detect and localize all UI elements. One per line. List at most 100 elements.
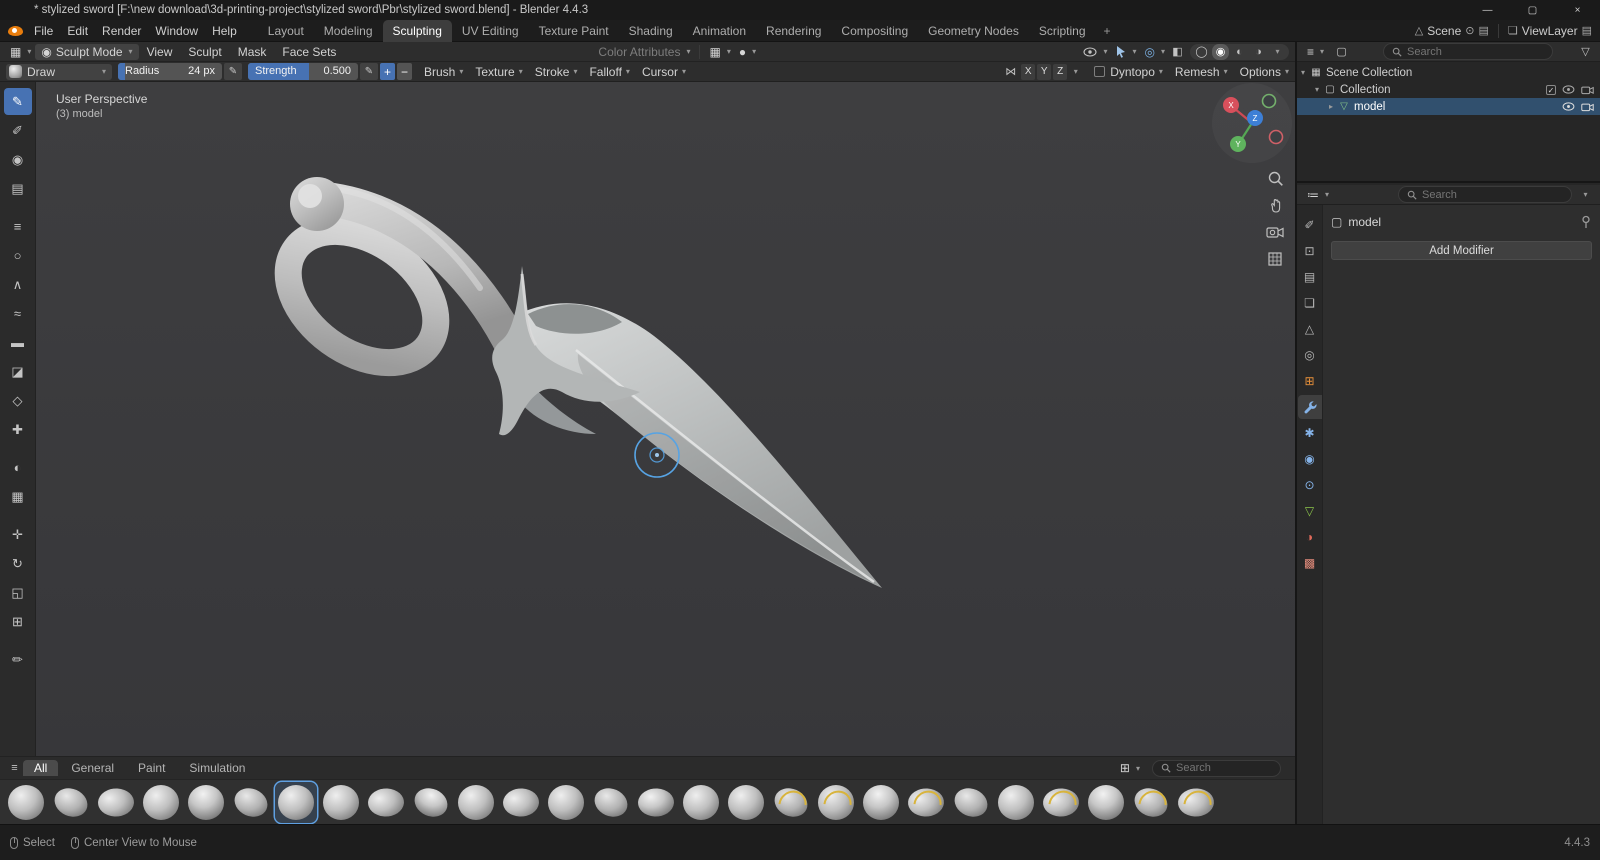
brush-thumbnail[interactable]	[1085, 782, 1127, 823]
viewlayer-selector[interactable]: ❏ ViewLayer ▤	[1508, 24, 1592, 38]
outliner-filter-icon[interactable]: ▽	[1577, 44, 1594, 60]
properties-search-input[interactable]	[1422, 189, 1518, 201]
properties-tab-particles[interactable]: ✱	[1298, 421, 1322, 445]
menu-render[interactable]: Render	[95, 20, 148, 42]
brush-thumbnail[interactable]	[410, 782, 452, 823]
properties-tab-texture[interactable]: ▩	[1298, 551, 1322, 575]
menu-window[interactable]: Window	[148, 20, 205, 42]
tool-flatten[interactable]: ▬	[4, 329, 32, 356]
brush-thumbnail[interactable]	[455, 782, 497, 823]
outliner-search-input[interactable]	[1407, 46, 1503, 58]
brush-thumbnail[interactable]	[635, 782, 677, 823]
brush-thumbnail[interactable]	[1175, 782, 1217, 823]
workspace-tab-geometry-nodes[interactable]: Geometry Nodes	[918, 20, 1029, 42]
properties-search[interactable]	[1398, 186, 1572, 203]
brush-thumbnail[interactable]	[50, 782, 92, 823]
disable-render-camera-icon[interactable]	[1581, 85, 1594, 95]
workspace-tab-animation[interactable]: Animation	[683, 20, 756, 42]
object-visibility-dropdown[interactable]	[1079, 46, 1111, 58]
shelf-search[interactable]	[1152, 760, 1281, 777]
maximize-button[interactable]: ▢	[1510, 0, 1555, 20]
shading-material-button[interactable]: ◐	[1231, 44, 1248, 60]
brush-thumbnail[interactable]	[725, 782, 767, 823]
strength-pressure-button[interactable]: ✎	[360, 63, 378, 80]
tool-layer[interactable]: ≡	[4, 213, 32, 240]
active-brush-dropdown[interactable]: Draw	[6, 64, 112, 80]
properties-tab-world[interactable]: ◎	[1298, 343, 1322, 367]
shelf-tab-simulation[interactable]: Simulation	[178, 760, 256, 776]
outliner-display-mode-icon[interactable]: ▢	[1333, 44, 1350, 60]
workspace-tab-compositing[interactable]: Compositing	[831, 20, 918, 42]
pin-scene-icon[interactable]: ⊙	[1465, 24, 1474, 37]
menu-file[interactable]: File	[27, 20, 60, 42]
outliner-row-scene-collection[interactable]: ▾ ▦ Scene Collection	[1297, 64, 1600, 81]
tool-mask[interactable]: ◐	[4, 454, 32, 481]
menu-help[interactable]: Help	[205, 20, 244, 42]
workspace-tab-shading[interactable]: Shading	[619, 20, 683, 42]
tool-clay[interactable]: ◉	[4, 146, 32, 173]
menu-sculpt[interactable]: Sculpt	[180, 45, 229, 59]
new-scene-icon[interactable]: ▤	[1479, 24, 1489, 37]
close-button[interactable]: ×	[1555, 0, 1600, 20]
properties-tab-object-data[interactable]: ▽	[1298, 499, 1322, 523]
properties-tab-view-layer[interactable]: ❏	[1298, 291, 1322, 315]
brush-thumbnail[interactable]	[140, 782, 182, 823]
add-modifier-button[interactable]: Add Modifier	[1331, 241, 1592, 260]
xray-toggle[interactable]: ◧	[1169, 44, 1186, 60]
shelf-tab-all[interactable]: All	[23, 760, 58, 776]
options-dropdown[interactable]: Options	[1240, 65, 1289, 79]
falloff-shape-dropdown[interactable]: ▦	[705, 44, 734, 60]
brush-thumbnail[interactable]	[5, 782, 47, 823]
brush-thumbnail[interactable]	[590, 782, 632, 823]
shelf-tab-paint[interactable]: Paint	[127, 760, 176, 776]
brush-subtract-button[interactable]: −	[397, 63, 412, 80]
falloff-panel-dropdown[interactable]: Falloff	[589, 65, 629, 79]
tool-crease[interactable]: ∧	[4, 271, 32, 298]
brush-thumbnail-active[interactable]	[275, 782, 317, 823]
collection-checkbox[interactable]: ✓	[1546, 85, 1556, 95]
properties-tab-modifiers[interactable]	[1298, 395, 1322, 419]
workspace-tab-layout[interactable]: Layout	[258, 20, 314, 42]
menu-view[interactable]: View	[139, 45, 181, 59]
tool-scrape[interactable]: ◪	[4, 358, 32, 385]
properties-options-arrow[interactable]: ▾	[1577, 187, 1594, 203]
brush-thumbnail[interactable]	[680, 782, 722, 823]
texture-panel-dropdown[interactable]: Texture	[475, 65, 522, 79]
brush-thumbnail[interactable]	[815, 782, 857, 823]
tool-grab[interactable]: ✚	[4, 416, 32, 443]
menu-edit[interactable]: Edit	[60, 20, 95, 42]
dyntopo-dropdown[interactable]: Dyntopo	[1110, 65, 1163, 79]
pin-icon[interactable]	[1580, 215, 1592, 229]
cursor-panel-dropdown[interactable]: Cursor	[642, 65, 686, 79]
mirror-y-toggle[interactable]: Y	[1037, 64, 1051, 80]
camera-view-button[interactable]	[1265, 222, 1285, 242]
mirror-x-toggle[interactable]: X	[1021, 64, 1035, 80]
brush-thumbnail[interactable]	[905, 782, 947, 823]
properties-tab-scene[interactable]: △	[1298, 317, 1322, 341]
mirror-z-toggle[interactable]: Z	[1053, 64, 1067, 80]
properties-tab-object[interactable]: ⊞	[1298, 369, 1322, 393]
brush-thumbnail[interactable]	[1130, 782, 1172, 823]
brush-thumbnail[interactable]	[860, 782, 902, 823]
hide-eye-icon[interactable]	[1562, 85, 1575, 94]
menu-face-sets[interactable]: Face Sets	[274, 45, 344, 59]
scene-selector[interactable]: △ Scene ⊙ ▤	[1415, 24, 1489, 38]
tool-draw-sharp[interactable]: ✐	[4, 117, 32, 144]
tool-face-sets[interactable]: ▦	[4, 483, 32, 510]
minimize-button[interactable]: —	[1465, 0, 1510, 20]
pan-button[interactable]	[1265, 195, 1285, 215]
color-attributes-dropdown[interactable]: Color Attributes	[594, 44, 694, 60]
brush-thumbnail[interactable]	[1040, 782, 1082, 823]
brush-thumbnail[interactable]	[230, 782, 272, 823]
brush-thumbnail[interactable]	[770, 782, 812, 823]
hide-eye-icon[interactable]	[1562, 102, 1575, 111]
gizmos-dropdown[interactable]	[1111, 44, 1140, 59]
outliner-search[interactable]	[1383, 43, 1553, 60]
shading-dropdown-arrow[interactable]: ▾	[1269, 44, 1286, 60]
workspace-tab-texture-paint[interactable]: Texture Paint	[529, 20, 619, 42]
tool-scale[interactable]: ◱	[4, 579, 32, 606]
stroke-panel-dropdown[interactable]: Stroke	[535, 65, 578, 79]
shading-wireframe-button[interactable]: ◯	[1193, 44, 1210, 60]
perspective-toggle-button[interactable]	[1265, 249, 1285, 269]
disable-render-camera-icon[interactable]	[1581, 102, 1594, 112]
